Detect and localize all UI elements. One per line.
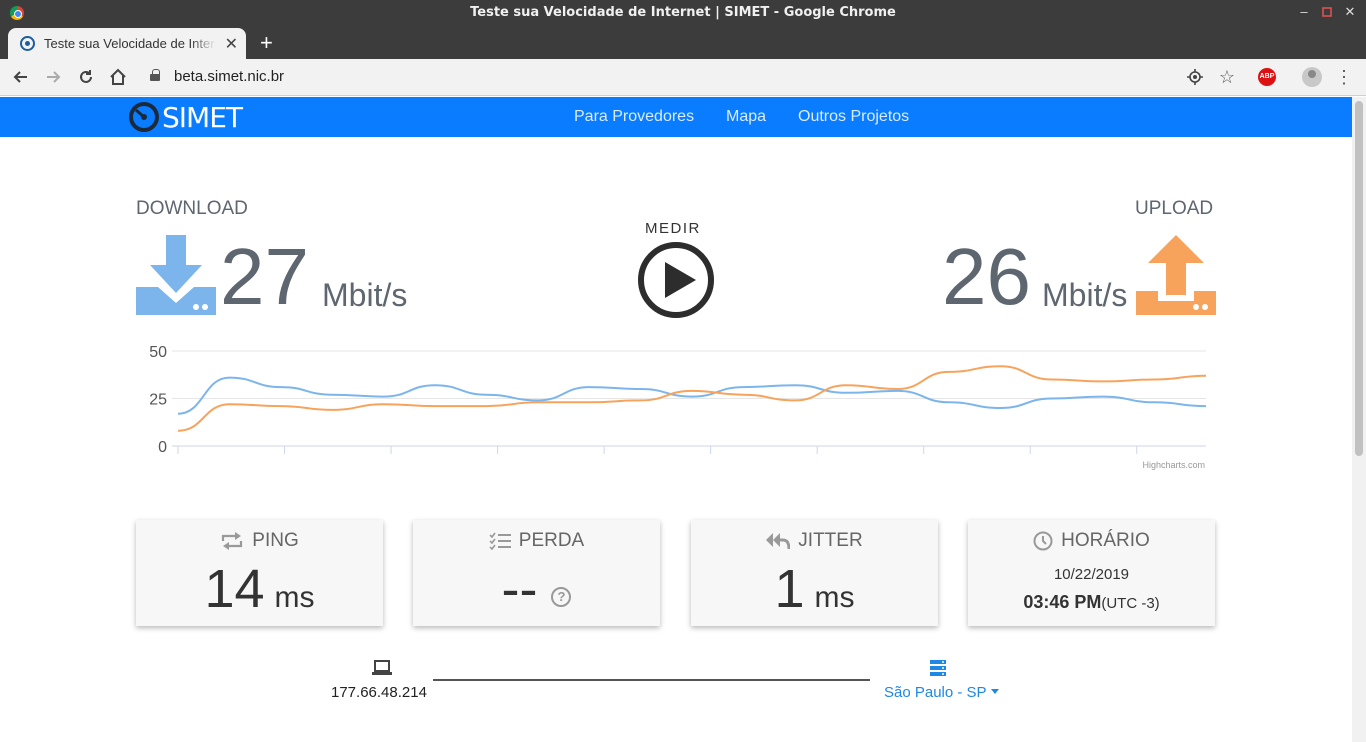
simet-favicon-icon (20, 36, 35, 51)
bookmark-star-icon[interactable]: ☆ (1216, 66, 1238, 88)
clock-icon (1033, 531, 1053, 551)
series-line-0 (177, 376, 1207, 415)
help-icon[interactable]: ? (551, 586, 572, 607)
browser-toolbar: beta.simet.nic.br ☆ ABP ⋮ (0, 59, 1366, 96)
server-location-dropdown[interactable]: São Paulo - SP (884, 684, 999, 701)
lock-icon[interactable] (150, 69, 160, 81)
upload-value: 26 (942, 232, 1031, 321)
maximize-icon[interactable] (1319, 4, 1335, 20)
upload-label: UPLOAD (1135, 198, 1214, 219)
forward-icon[interactable] (42, 66, 64, 88)
reload-icon[interactable] (75, 66, 97, 88)
back-icon[interactable] (10, 66, 32, 88)
location-icon[interactable] (1184, 66, 1206, 88)
server-icon (930, 660, 946, 676)
y-tick-label: 50 (149, 344, 167, 361)
ping-card: PING 14 ms (136, 520, 383, 626)
window-title: Teste sua Velocidade de Internet | SIMET… (470, 5, 896, 20)
speedometer-logo-icon (129, 102, 159, 132)
play-measure-button[interactable] (636, 240, 716, 320)
caret-down-icon (990, 688, 999, 694)
connection-line (433, 679, 870, 681)
jitter-card: JITTER 1 ms (691, 520, 938, 626)
horario-label: HORÁRIO (1061, 530, 1150, 551)
window-titlebar: Teste sua Velocidade de Internet | SIMET… (0, 0, 1366, 26)
tab-strip: Teste sua Velocidade de Internet | SIMET… (0, 26, 1366, 59)
perda-label: PERDA (518, 530, 585, 551)
close-window-icon[interactable]: ✕ (1342, 4, 1358, 20)
laptop-icon (372, 660, 392, 675)
scrollbar-thumb[interactable] (1355, 101, 1363, 456)
measure-label: MEDIR (645, 220, 701, 237)
horario-timezone: (UTC -3) (1101, 595, 1160, 612)
url-field[interactable]: beta.simet.nic.br (174, 68, 284, 85)
page-content: SIMET Para Provedores Mapa Outros Projet… (0, 97, 1352, 742)
simet-logo[interactable]: SIMET (128, 100, 243, 134)
ping-unit: ms (274, 581, 315, 614)
jitter-label: JITTER (798, 530, 863, 551)
y-tick-label: 0 (158, 439, 167, 456)
client-ip: 177.66.48.214 (331, 684, 427, 701)
tab-title: Teste sua Velocidade de Internet | SIMET (44, 36, 216, 51)
home-icon[interactable] (107, 66, 129, 88)
perda-value: -- (501, 559, 538, 619)
profile-avatar-icon[interactable] (1302, 67, 1322, 87)
reply-all-icon (766, 533, 791, 550)
checklist-icon (489, 532, 511, 550)
chart-credit: Highcharts.com (1142, 460, 1205, 470)
upload-icon (1136, 235, 1216, 315)
site-navbar: SIMET Para Provedores Mapa Outros Projet… (0, 97, 1352, 137)
download-label: DOWNLOAD (136, 198, 248, 219)
perda-card: PERDA --? (413, 520, 660, 626)
download-icon (136, 235, 216, 315)
server-location-label: São Paulo - SP (884, 684, 987, 701)
tab-simet[interactable]: Teste sua Velocidade de Internet | SIMET… (8, 28, 246, 59)
download-value: 27 (220, 232, 309, 321)
horario-date: 10/22/2019 (1053, 566, 1130, 583)
horario-card: HORÁRIO 10/22/2019 03:46 PM(UTC -3) (968, 520, 1215, 626)
menu-kebab-icon[interactable]: ⋮ (1333, 66, 1355, 88)
jitter-unit: ms (814, 581, 855, 614)
download-unit: Mbit/s (322, 277, 408, 313)
adblock-plus-icon[interactable]: ABP (1258, 68, 1276, 86)
logo-text: SIMET (162, 100, 243, 134)
nav-link-mapa[interactable]: Mapa (726, 108, 766, 126)
upload-unit: Mbit/s (1042, 277, 1128, 313)
y-tick-label: 25 (149, 392, 167, 409)
ping-value: 14 (204, 559, 265, 619)
jitter-value: 1 (774, 559, 805, 619)
minimize-icon[interactable]: – (1296, 4, 1312, 20)
nav-link-outros-projetos[interactable]: Outros Projetos (798, 108, 909, 126)
ping-label: PING (252, 530, 299, 551)
repeat-icon (222, 532, 243, 550)
new-tab-icon[interactable]: + (260, 30, 273, 56)
tab-close-icon[interactable]: ✕ (225, 34, 238, 54)
nav-link-para-provedores[interactable]: Para Provedores (574, 108, 694, 126)
speed-line-chart: 0 25 50 Highcharts.com (149, 344, 1207, 470)
page-scrollbar[interactable] (1352, 97, 1366, 742)
horario-time: 03:46 PM (1023, 592, 1102, 612)
